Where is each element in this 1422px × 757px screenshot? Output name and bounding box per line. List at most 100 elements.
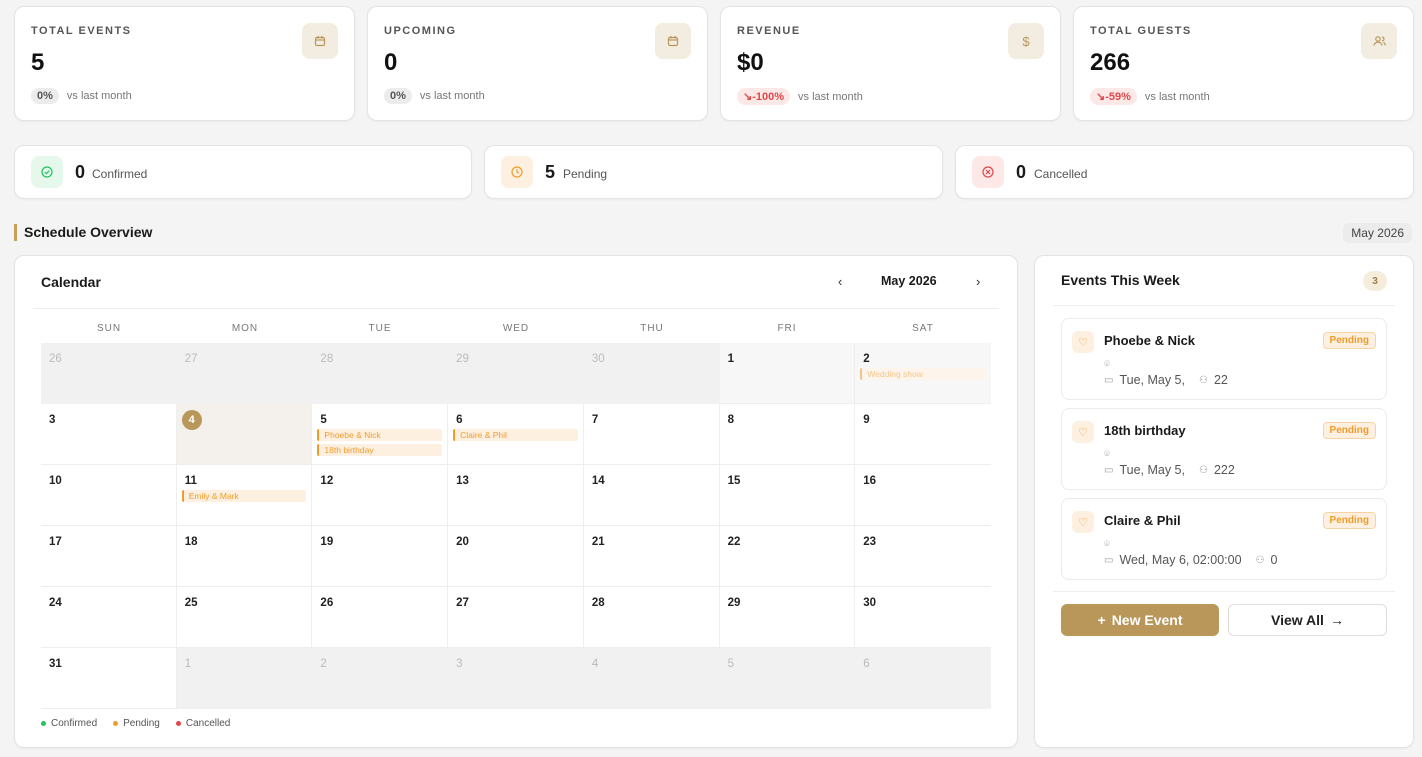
calendar-day[interactable]: 21	[583, 526, 720, 587]
location-pin-icon: ⌾	[1104, 449, 1110, 460]
calendar-day[interactable]: 2 Wedding show	[855, 343, 991, 404]
stat-value: 5	[31, 49, 45, 76]
calendar-day[interactable]: 7	[583, 404, 720, 465]
view-all-button[interactable]: View All →	[1228, 604, 1387, 636]
change-badge: ↘-59%	[1090, 88, 1137, 105]
stat-footer: 0% vs last month	[31, 88, 132, 104]
calendar-day[interactable]: 19	[312, 526, 449, 587]
day-number: 28	[591, 597, 605, 609]
calendar-grid: 26 27 28 29 30 1 2 Wedding show 3 4 5 Phoebe & Nick…	[41, 343, 991, 709]
calendar-day[interactable]: 11 Emily & Mark	[176, 465, 313, 526]
calendar-icon	[655, 23, 691, 59]
event-guests: 0	[1270, 553, 1278, 567]
calendar-day[interactable]: 29	[448, 343, 584, 404]
weekday-header: THU	[640, 323, 664, 334]
calendar-event[interactable]: Claire & Phil	[453, 429, 578, 441]
calendar-event[interactable]: Phoebe & Nick	[317, 429, 443, 441]
stat-label: UPCOMING	[384, 25, 457, 37]
users-icon: ⚇	[1199, 374, 1208, 386]
location-pin-icon: ⌾	[1104, 539, 1110, 550]
calendar-day[interactable]: 6 Claire & Phil	[448, 404, 584, 465]
day-number: 6	[456, 414, 463, 426]
trend-down-icon: ↘	[1096, 91, 1106, 103]
new-event-button[interactable]: + New Event	[1061, 604, 1219, 636]
calendar-day[interactable]: 29	[719, 587, 856, 648]
calendar-event[interactable]: Emily & Mark	[181, 490, 307, 502]
stat-value: 266	[1090, 49, 1131, 76]
calendar-day[interactable]: 8	[719, 404, 856, 465]
calendar-day[interactable]: 3	[448, 648, 584, 709]
calendar-day[interactable]: 2	[312, 648, 449, 709]
status-dot	[175, 720, 181, 726]
calendar-day[interactable]: 20	[448, 526, 584, 587]
day-number: 7	[591, 414, 599, 426]
weekday-header: FRI	[777, 323, 797, 334]
day-number: 26	[320, 597, 334, 609]
calendar-day[interactable]: 6	[855, 648, 991, 709]
calendar-day[interactable]: 25	[176, 587, 313, 648]
stat-card-upcoming: UPCOMING 0 0% vs last month	[367, 6, 708, 121]
calendar-day[interactable]: 30	[583, 343, 720, 404]
calendar-event[interactable]: 18th birthday	[317, 444, 443, 456]
calendar-icon: ▭	[1104, 374, 1114, 386]
calendar-day[interactable]: 30	[855, 587, 991, 648]
calendar-day[interactable]: 26	[312, 587, 449, 648]
calendar-day[interactable]: 1	[719, 343, 856, 404]
users-icon: ⚇	[1255, 554, 1265, 566]
day-number: 17	[49, 536, 62, 548]
day-number: 22	[727, 536, 741, 548]
events-this-week-card: Events This Week 3 ♡ Phoebe & Nick Pendi…	[1034, 255, 1414, 748]
calendar-icon: ▭	[1104, 464, 1114, 476]
calendar-day[interactable]: 4	[583, 648, 720, 709]
event-card[interactable]: ♡ Claire & Phil Pending ⌾ ▭ Wed, May 6, 0…	[1061, 498, 1387, 580]
event-date: Wed, May 6, 02:00:00	[1119, 553, 1242, 567]
event-name: Claire & Phil	[1104, 513, 1181, 528]
stat-footer: 0% vs last month	[384, 88, 485, 104]
calendar-day[interactable]: 27	[448, 587, 584, 648]
calendar-event[interactable]: Wedding show	[860, 368, 986, 380]
calendar-day[interactable]: 23	[855, 526, 991, 587]
events-this-week-title: Events This Week	[1061, 272, 1180, 288]
calendar-day[interactable]: 10	[41, 465, 177, 526]
day-number: 1	[184, 658, 192, 670]
day-number: 19	[320, 536, 334, 548]
calendar-day[interactable]: 1	[176, 648, 313, 709]
calendar-day[interactable]: 15	[719, 465, 856, 526]
event-card[interactable]: ♡ Phoebe & Nick Pending ⌾ ▭ Tue, May 5, ⚇ 2…	[1061, 318, 1387, 400]
change-note: vs last month	[66, 90, 132, 102]
calendar-day[interactable]: 9	[855, 404, 991, 465]
next-month-button[interactable]: ›	[976, 274, 980, 289]
calendar-day[interactable]: 26	[41, 343, 177, 404]
status-count: 0	[1016, 162, 1027, 182]
day-number: 20	[456, 536, 469, 548]
event-name: 18th birthday	[1104, 423, 1186, 438]
event-count-badge: 3	[1363, 271, 1387, 291]
prev-month-button[interactable]: ‹	[838, 274, 842, 289]
day-number: 29	[456, 353, 469, 365]
calendar-day[interactable]: 31	[41, 648, 177, 709]
calendar-day[interactable]: 22	[719, 526, 856, 587]
calendar-day[interactable]: 18	[176, 526, 313, 587]
day-number: 4	[181, 410, 202, 430]
weekday-header: SUN	[96, 323, 122, 334]
day-number: 31	[49, 658, 62, 670]
calendar-day[interactable]: 3	[41, 404, 177, 465]
change-badge: ↘-100%	[737, 88, 791, 105]
event-card[interactable]: ♡ 18th birthday Pending ⌾ ▭ Tue, May 5, ⚇ 2…	[1061, 408, 1387, 490]
divider	[1053, 305, 1395, 306]
calendar-day[interactable]: 13	[448, 465, 584, 526]
calendar-day[interactable]: 14	[583, 465, 720, 526]
calendar-day[interactable]: 16	[855, 465, 991, 526]
status-label: Cancelled	[1034, 167, 1088, 181]
calendar-day[interactable]: 5	[719, 648, 856, 709]
calendar-day[interactable]: 5 Phoebe & Nick 18th birthday	[312, 404, 449, 465]
calendar-day[interactable]: 12	[312, 465, 449, 526]
calendar-day[interactable]: 24	[41, 587, 177, 648]
calendar-day-today[interactable]: 4	[176, 404, 313, 465]
calendar-day[interactable]: 17	[41, 526, 177, 587]
calendar-day[interactable]: 28	[583, 587, 720, 648]
day-number: 12	[320, 475, 334, 487]
calendar-title: Calendar	[41, 274, 101, 290]
calendar-day[interactable]: 27	[176, 343, 313, 404]
calendar-day[interactable]: 28	[312, 343, 449, 404]
